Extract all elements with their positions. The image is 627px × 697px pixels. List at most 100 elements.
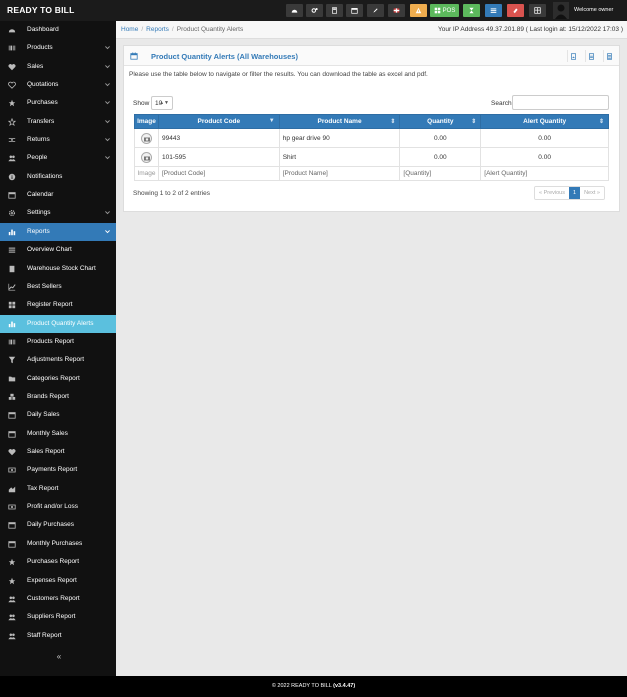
sidebar-item-purchases[interactable]: Purchases [0, 94, 116, 112]
sidebar-item-sales[interactable]: Sales [0, 58, 116, 76]
sidebar-subitem-expenses-report[interactable]: Expenses Report [0, 572, 116, 590]
sidebar-item-label: Sales Report [27, 448, 65, 455]
pagination-page[interactable]: 1 [569, 187, 581, 199]
today-sales-button[interactable] [485, 4, 502, 17]
sidebar-subitem-purchases-report[interactable]: Purchases Report [0, 553, 116, 571]
breadcrumb-home[interactable]: Home [121, 26, 138, 33]
breadcrumb-reports[interactable]: Reports [146, 26, 169, 33]
sidebar-subitem-suppliers-report[interactable]: Suppliers Report [0, 608, 116, 626]
table-filter-row: Image [Product Code] [Product Name] [Qua… [134, 166, 609, 181]
product-thumbnail[interactable] [140, 132, 152, 144]
download-image-button[interactable] [567, 50, 579, 62]
sidebar-item-label: Transfers [27, 118, 55, 125]
filter-alert-quantity[interactable]: [Alert Quantity] [480, 166, 609, 181]
sidebar-item-label: Daily Sales [27, 411, 60, 418]
styles-button[interactable] [367, 4, 384, 17]
register-button[interactable] [463, 4, 480, 17]
sidebar-item-label: Notifications [27, 173, 63, 180]
sidebar-subitem-sales-report[interactable]: Sales Report [0, 443, 116, 461]
download-pdf-button[interactable] [585, 50, 597, 62]
sidebar-subitem-payments-report[interactable]: Payments Report [0, 461, 116, 479]
filter-quantity[interactable]: [Quantity] [399, 166, 482, 181]
col-product-code[interactable]: Product Code ▼ [157, 114, 280, 129]
sidebar-subitem-staff-report[interactable]: Staff Report [0, 627, 116, 645]
sidebar-item-label: Daily Purchases [27, 521, 74, 528]
warning-icon [415, 7, 422, 14]
col-alert-quantity[interactable]: Alert Quantity ⇕ [480, 114, 609, 129]
sidebar-item-calendar[interactable]: Calendar [0, 186, 116, 204]
barcode-icon [8, 44, 16, 52]
sidebar-item-label: Reports [27, 228, 50, 235]
alerts-table: Image Product Code ▼ Product Name ⇕ Quanti… [134, 114, 609, 181]
cog-icon [8, 209, 16, 217]
avatar[interactable] [553, 2, 569, 19]
calendar-icon [351, 8, 358, 14]
dashboard-button[interactable] [286, 4, 303, 17]
col-quantity[interactable]: Quantity ⇕ [399, 114, 482, 129]
sidebar-item-dashboard[interactable]: Dashboard [0, 21, 116, 39]
chevron-down-icon [104, 154, 111, 161]
sidebar-item-notifications[interactable]: Notifications [0, 168, 116, 186]
breadcrumb-separator: / [141, 26, 144, 33]
top-bar: READY TO BILL POS Welcome owner [0, 0, 627, 21]
sidebar-subitem-best-sellers[interactable]: Best Sellers [0, 278, 116, 296]
filter-product-code[interactable]: [Product Code] [157, 166, 280, 181]
col-product-name[interactable]: Product Name ⇕ [278, 114, 401, 129]
sidebar-item-people[interactable]: People [0, 149, 116, 167]
filter-product-name[interactable]: [Product Name] [278, 166, 401, 181]
sidebar-subitem-monthly-sales[interactable]: Monthly Sales [0, 425, 116, 443]
sidebar-item-returns[interactable]: Returns [0, 131, 116, 149]
brand-logo[interactable]: READY TO BILL [7, 5, 74, 15]
table-row[interactable]: 99443 hp gear drive 90 0.00 0.00 [134, 128, 609, 148]
settings-button[interactable] [306, 4, 323, 17]
sidebar-subitem-overview-chart[interactable]: Overview Chart [0, 241, 116, 259]
calculator-button[interactable] [326, 4, 343, 17]
page-length-select[interactable]: 10 ▲▼ [151, 96, 173, 110]
search-input[interactable] [512, 95, 609, 110]
clear-data-button[interactable] [507, 4, 524, 17]
alerts-button[interactable] [410, 4, 427, 17]
sidebar-item-label: Dashboard [27, 26, 59, 33]
sidebar-subitem-profit-and-or-loss[interactable]: Profit and/or Loss [0, 498, 116, 516]
pagination-previous[interactable]: « Previous [535, 187, 569, 199]
sidebar-item-label: Suppliers Report [27, 613, 76, 620]
sidebar-item-label: Staff Report [27, 632, 62, 639]
cell-image[interactable] [134, 128, 159, 148]
cell-image[interactable] [134, 147, 159, 167]
pos-button[interactable]: POS [430, 4, 459, 17]
calendar-button[interactable] [346, 4, 363, 17]
pagination-next[interactable]: Next » [580, 187, 604, 199]
menu-button[interactable] [529, 4, 546, 17]
sidebar-subitem-categories-report[interactable]: Categories Report [0, 370, 116, 388]
download-excel-button[interactable] [603, 50, 615, 62]
sidebar-subitem-adjustments-report[interactable]: Adjustments Report [0, 351, 116, 369]
sidebar-subitem-warehouse-stock-chart[interactable]: Warehouse Stock Chart [0, 260, 116, 278]
sidebar-item-label: Purchases Report [27, 558, 80, 565]
sidebar-subitem-tax-report[interactable]: Tax Report [0, 480, 116, 498]
calendar-icon [8, 191, 16, 199]
welcome-text[interactable]: Welcome owner [574, 7, 613, 13]
sidebar-subitem-daily-purchases[interactable]: Daily Purchases [0, 516, 116, 534]
sidebar-item-quotations[interactable]: Quotations [0, 76, 116, 94]
sidebar-subitem-daily-sales[interactable]: Daily Sales [0, 406, 116, 424]
chevron-down-icon [104, 99, 111, 106]
language-button[interactable] [388, 4, 405, 17]
sidebar-item-transfers[interactable]: Transfers [0, 113, 116, 131]
sidebar-item-reports[interactable]: Reports [0, 223, 116, 241]
sidebar-subitem-monthly-purchases[interactable]: Monthly Purchases [0, 535, 116, 553]
product-thumbnail[interactable] [140, 151, 152, 163]
sidebar-item-products[interactable]: Products [0, 39, 116, 57]
sidebar-subitem-register-report[interactable]: Register Report [0, 296, 116, 314]
sidebar-item-settings[interactable]: Settings [0, 204, 116, 222]
area-chart-icon [8, 485, 16, 493]
sidebar-item-label: Profit and/or Loss [27, 503, 78, 510]
sidebar-subitem-product-quantity-alerts[interactable]: Product Quantity Alerts [0, 315, 116, 333]
table-row[interactable]: 101-595 Shirt 0.00 0.00 [134, 147, 609, 167]
chevron-down-icon [104, 44, 111, 51]
sidebar-subitem-brands-report[interactable]: Brands Report [0, 388, 116, 406]
sidebar-collapse-button[interactable]: « [53, 652, 65, 662]
intro-text: Please use the table below to navigate o… [129, 71, 428, 78]
footer-copyright: © 2022 READY TO BILL [271, 683, 332, 689]
sidebar-subitem-customers-report[interactable]: Customers Report [0, 590, 116, 608]
sidebar-subitem-products-report[interactable]: Products Report [0, 333, 116, 351]
